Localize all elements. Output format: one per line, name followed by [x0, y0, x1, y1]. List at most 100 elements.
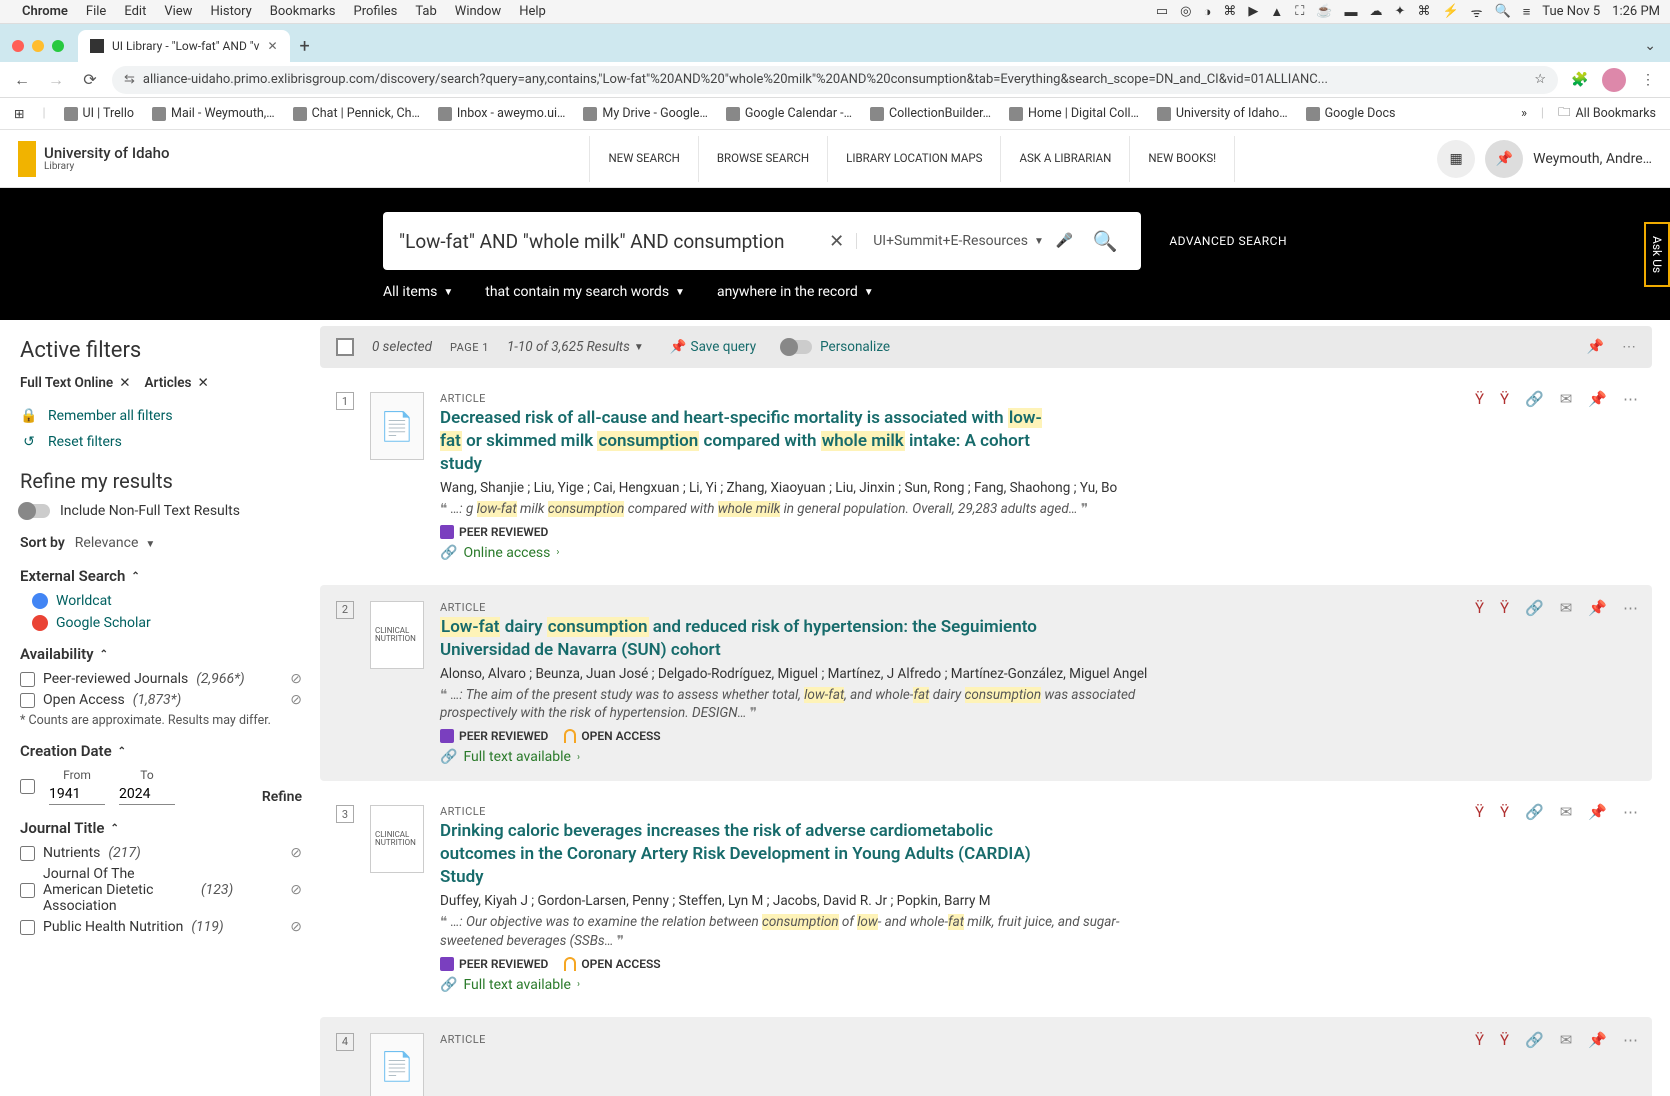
filter-contains-dropdown[interactable]: that contain my search words ▼ [485, 284, 685, 300]
menu-profiles[interactable]: Profiles [354, 4, 398, 19]
facet-exclude-button[interactable]: ⊘ [290, 919, 302, 935]
pin-button[interactable]: 📌 [1588, 390, 1607, 408]
external-search-section[interactable]: External Search ⌃ [20, 567, 302, 585]
more-actions-button[interactable]: ⋯ [1623, 803, 1638, 821]
address-bar[interactable]: ⇆ alliance-uidaho.primo.exlibrisgroup.co… [112, 66, 1558, 94]
status-icon-5[interactable]: ▲ [1270, 4, 1283, 20]
results-more-button[interactable]: ⋯ [1622, 339, 1636, 355]
email-button[interactable]: ✉ [1560, 390, 1573, 408]
nav-ask-librarian[interactable]: ASK A LIBRARIAN [1001, 136, 1130, 182]
facet-checkbox[interactable] [20, 693, 35, 708]
extensions-button[interactable]: 🧩 [1568, 72, 1592, 88]
remove-filter-button[interactable]: ✕ [198, 375, 209, 391]
nav-location-maps[interactable]: LIBRARY LOCATION MAPS [828, 136, 1001, 182]
date-to-input[interactable] [119, 784, 175, 805]
permalink-button[interactable]: 🔗 [1525, 1031, 1544, 1049]
profile-avatar[interactable] [1602, 68, 1626, 92]
app-name[interactable]: Chrome [22, 4, 68, 19]
bookmark-star-icon[interactable]: ☆ [1534, 72, 1546, 87]
clear-search-button[interactable]: ✕ [829, 231, 844, 252]
search-icon[interactable]: 🔍 [1495, 4, 1511, 19]
result-title-link[interactable]: Drinking caloric beverages increases the… [440, 820, 1060, 889]
browser-tab[interactable]: UI Library - "Low-fat" AND "v ✕ [78, 30, 290, 62]
bookmark-item[interactable]: Google Docs [1306, 106, 1396, 121]
pin-all-button[interactable]: 📌 [1587, 339, 1604, 355]
bookmark-item[interactable]: UI | Trello [64, 106, 134, 121]
remember-filters-button[interactable]: 🔒 Remember all filters [20, 407, 302, 425]
result-title-link[interactable]: Low-fat dairy consumption and reduced ri… [440, 616, 1060, 662]
facet-exclude-button[interactable]: ⊘ [290, 671, 302, 687]
cloud-icon[interactable]: ☁ [1370, 4, 1383, 19]
permalink-button[interactable]: 🔗 [1525, 390, 1544, 408]
menu-tab[interactable]: Tab [415, 4, 436, 19]
bookmarks-overflow-button[interactable]: » [1521, 106, 1527, 121]
facet-checkbox[interactable] [20, 920, 35, 935]
mendeley-button[interactable]: Ÿ [1475, 1031, 1484, 1049]
bookmark-item[interactable]: My Drive - Google… [583, 106, 708, 121]
date-checkbox[interactable] [20, 779, 35, 794]
status-icon-1[interactable]: ◎ [1180, 4, 1191, 19]
facet-exclude-button[interactable]: ⊘ [290, 692, 302, 708]
menubar-time[interactable]: 1:26 PM [1612, 4, 1660, 19]
minimize-window-button[interactable] [32, 40, 44, 52]
menu-history[interactable]: History [210, 4, 251, 19]
new-tab-button[interactable]: + [290, 36, 320, 57]
status-icon-10[interactable]: ⌘ [1417, 4, 1430, 19]
search-input[interactable] [399, 230, 817, 253]
filter-items-dropdown[interactable]: All items ▼ [383, 284, 453, 300]
status-icon-2[interactable]: ◑ [1204, 4, 1212, 20]
control-center-icon[interactable]: ≡ [1523, 4, 1531, 20]
site-logo[interactable]: University of Idaho Library [18, 141, 169, 177]
zotero-button[interactable]: Ÿ [1500, 803, 1509, 821]
apps-button[interactable]: ⊞ [14, 106, 24, 122]
ask-us-button[interactable]: Ask Us [1644, 222, 1670, 287]
fullscreen-window-button[interactable] [52, 40, 64, 52]
reset-filters-button[interactable]: ↺ Reset filters [20, 433, 302, 451]
facet-checkbox[interactable] [20, 883, 35, 898]
all-bookmarks-button[interactable]: 🗀 All Bookmarks [1558, 103, 1656, 124]
filter-anywhere-dropdown[interactable]: anywhere in the record ▼ [717, 284, 874, 300]
advanced-search-link[interactable]: ADVANCED SEARCH [1169, 234, 1287, 248]
bookmark-item[interactable]: Chat | Pennick, Ch… [293, 106, 420, 121]
email-button[interactable]: ✉ [1560, 803, 1573, 821]
facet-exclude-button[interactable]: ⊘ [290, 882, 302, 898]
status-icon-11[interactable]: ⚡ [1442, 4, 1458, 19]
mendeley-button[interactable]: Ÿ [1475, 803, 1484, 821]
personalize-toggle[interactable] [782, 340, 812, 354]
more-actions-button[interactable]: ⋯ [1623, 599, 1638, 617]
chrome-menu-button[interactable]: ⋮ [1636, 72, 1660, 88]
save-query-button[interactable]: 📌 Save query [670, 339, 756, 355]
status-icon-6[interactable]: ⛶ [1295, 4, 1304, 19]
fulltext-link[interactable]: 🔗Full text available › [440, 977, 1636, 993]
include-nonfull-toggle[interactable] [20, 504, 50, 518]
bookmark-item[interactable]: University of Idaho… [1157, 106, 1288, 121]
facet-checkbox[interactable] [20, 846, 35, 861]
select-all-checkbox[interactable] [336, 338, 354, 356]
facet-checkbox[interactable] [20, 672, 35, 687]
mendeley-button[interactable]: Ÿ [1475, 390, 1484, 408]
results-range-dropdown[interactable]: 1-10 of 3,625 Results ▼ [507, 339, 644, 355]
external-link-worldcat[interactable]: Worldcat [32, 593, 302, 609]
back-button[interactable]: ← [10, 70, 34, 90]
zotero-button[interactable]: Ÿ [1500, 390, 1509, 408]
mendeley-button[interactable]: Ÿ [1475, 599, 1484, 617]
permalink-button[interactable]: 🔗 [1525, 803, 1544, 821]
voice-search-button[interactable]: 🎤 [1056, 233, 1073, 249]
forward-button[interactable]: → [44, 70, 68, 90]
user-menu[interactable]: Weymouth, Andre… [1533, 151, 1652, 167]
zotero-button[interactable]: Ÿ [1500, 1031, 1509, 1049]
menu-help[interactable]: Help [519, 4, 546, 19]
pin-button[interactable]: 📌 [1588, 599, 1607, 617]
wifi-icon[interactable]: ᯤ [1471, 3, 1483, 21]
battery-icon[interactable]: ▭ [1156, 4, 1168, 19]
reload-button[interactable]: ⟳ [78, 70, 102, 89]
status-icon-8[interactable]: ▬ [1345, 4, 1358, 20]
fulltext-link[interactable]: 🔗Full text available › [440, 749, 1636, 765]
pins-button[interactable]: 📌 [1485, 140, 1523, 178]
email-button[interactable]: ✉ [1560, 1031, 1573, 1049]
pin-button[interactable]: 📌 [1588, 803, 1607, 821]
more-actions-button[interactable]: ⋯ [1623, 390, 1638, 408]
menu-window[interactable]: Window [455, 4, 501, 19]
status-icon-4[interactable]: ▶ [1248, 4, 1258, 19]
pin-button[interactable]: 📌 [1588, 1031, 1607, 1049]
